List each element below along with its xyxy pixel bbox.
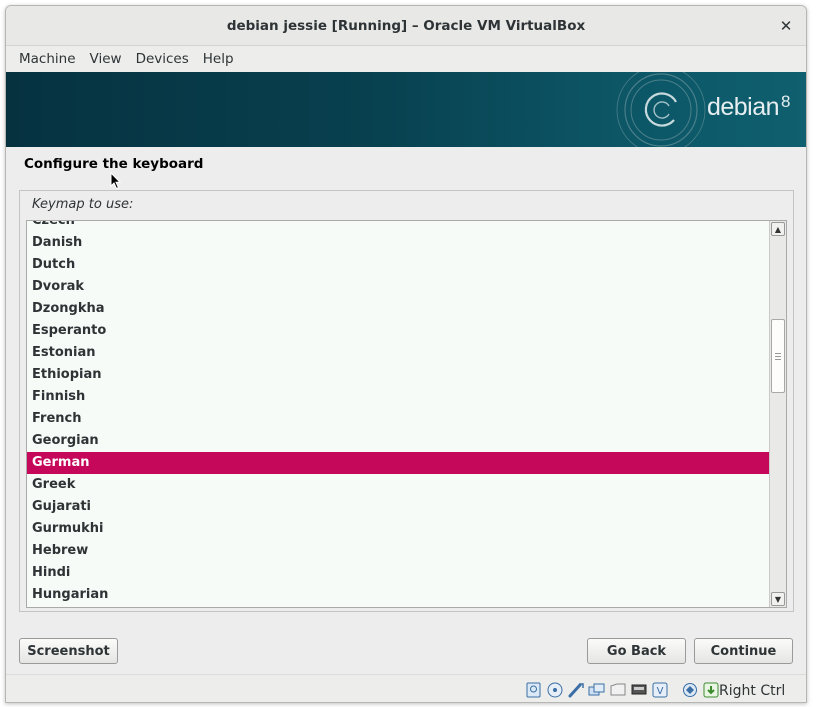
screenshot-button[interactable]: Screenshot [19, 638, 118, 664]
list-item[interactable]: Gurmukhi [27, 518, 769, 540]
hard-disk-icon[interactable] [525, 682, 543, 698]
list-item[interactable]: Hungarian [27, 584, 769, 606]
svg-text:V: V [657, 686, 664, 697]
menu-view[interactable]: View [83, 51, 129, 67]
list-item[interactable]: Hindi [27, 562, 769, 584]
list-item[interactable]: Danish [27, 232, 769, 254]
close-icon[interactable]: ✕ [776, 16, 796, 36]
device-status-icons: V [525, 682, 720, 698]
host-key-label: Right Ctrl [719, 683, 786, 699]
menu-machine[interactable]: Machine [12, 51, 83, 67]
page-title: Configure the keyboard [24, 156, 204, 172]
list-item[interactable]: Ethiopian [27, 364, 769, 386]
brand-text: debian [706, 93, 780, 121]
network-icon[interactable] [630, 682, 648, 698]
display-icon[interactable] [609, 682, 627, 698]
keymap-list[interactable]: Czech Danish Dutch Dvorak Dzongkha Esper… [26, 220, 787, 608]
vm-screen[interactable]: debian 8 Configure the keyboard Keymap to… [6, 72, 806, 674]
menu-devices[interactable]: Devices [129, 51, 196, 67]
scrollbar-thumb[interactable] [771, 319, 785, 393]
usb-icon[interactable] [567, 682, 585, 698]
list-item[interactable]: Dutch [27, 254, 769, 276]
keymap-label: Keymap to use: [32, 197, 134, 212]
list-item[interactable]: Dvorak [27, 276, 769, 298]
keymap-scrollbar[interactable]: ▲ ▼ [769, 221, 786, 607]
list-item[interactable]: Hebrew [27, 540, 769, 562]
window-title: debian jessie [Running] – Oracle VM Virt… [226, 17, 586, 34]
list-item[interactable]: Georgian [27, 430, 769, 452]
title-bar[interactable]: debian jessie [Running] – Oracle VM Virt… [6, 6, 806, 46]
list-item[interactable]: Finnish [27, 386, 769, 408]
brand-version: 8 [781, 92, 790, 111]
mouse-integration-icon[interactable] [702, 682, 720, 698]
keymap-list-items: Czech Danish Dutch Dvorak Dzongkha Esper… [27, 221, 769, 606]
menu-bar: Machine View Devices Help [6, 46, 806, 72]
debian-swirl-icon [616, 72, 706, 147]
keymap-frame: Keymap to use: Czech Danish Dutch Dvorak… [19, 190, 794, 612]
shared-folders-icon[interactable] [588, 682, 606, 698]
status-bar: V Right Ctrl [6, 674, 806, 702]
go-back-button[interactable]: Go Back [587, 638, 686, 664]
list-item[interactable]: Dzongkha [27, 298, 769, 320]
virtualbox-window: debian jessie [Running] – Oracle VM Virt… [5, 5, 807, 703]
debian-logo: debian 8 [706, 92, 791, 122]
list-item[interactable]: Gujarati [27, 496, 769, 518]
list-item[interactable]: Estonian [27, 342, 769, 364]
list-item[interactable]: Esperanto [27, 320, 769, 342]
optical-drive-icon[interactable] [546, 682, 564, 698]
debian-banner: debian 8 [6, 72, 806, 147]
cpu-virtualization-icon[interactable] [681, 682, 699, 698]
grip-icon [775, 352, 781, 360]
mouse-pointer-icon [110, 172, 122, 190]
video-capture-icon[interactable]: V [651, 682, 669, 698]
scroll-down-icon[interactable]: ▼ [771, 592, 785, 606]
list-item-selected[interactable]: German [27, 452, 769, 474]
list-item[interactable]: Greek [27, 474, 769, 496]
scroll-up-icon[interactable]: ▲ [771, 222, 785, 236]
list-item[interactable]: French [27, 408, 769, 430]
continue-button[interactable]: Continue [694, 638, 793, 664]
list-item[interactable]: Czech [27, 221, 769, 232]
menu-help[interactable]: Help [196, 51, 241, 67]
